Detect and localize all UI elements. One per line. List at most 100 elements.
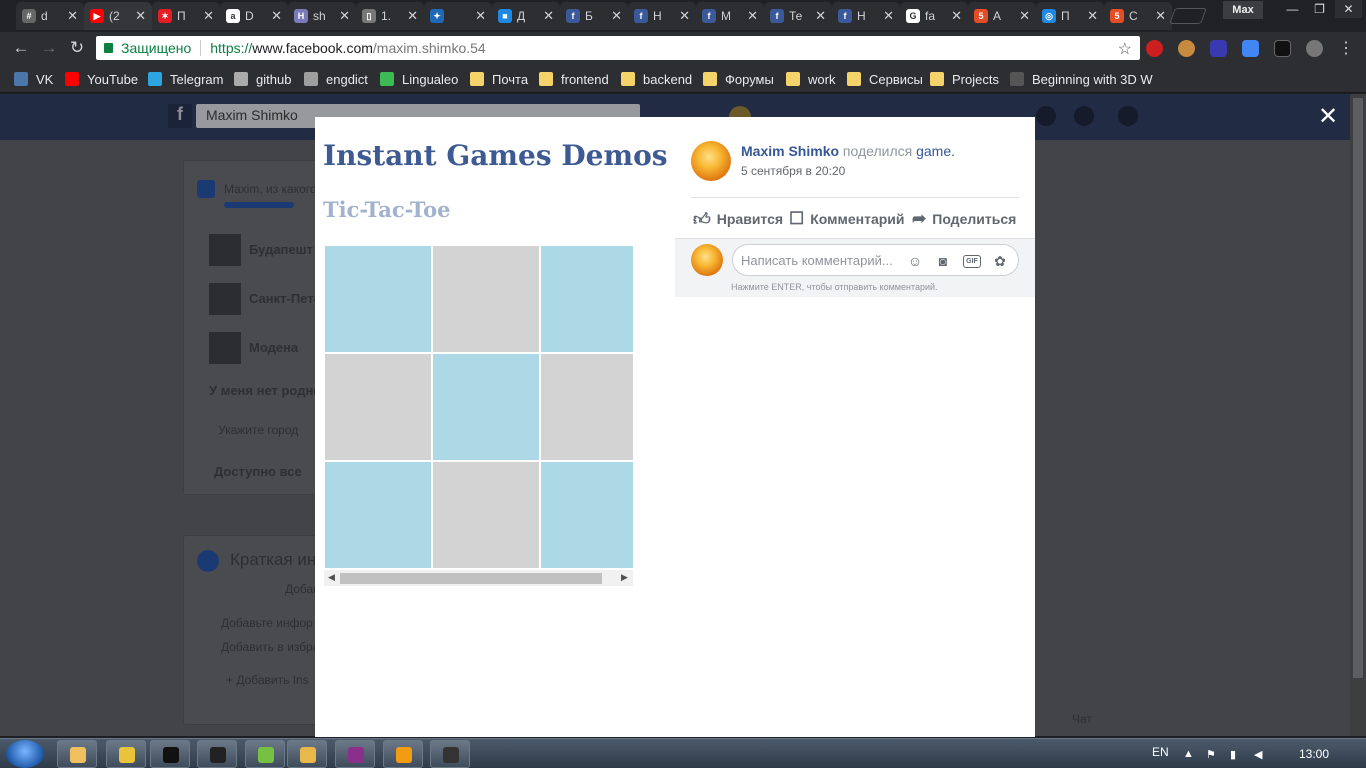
add-info-link[interactable]: Добавьте инфор — [221, 616, 313, 630]
messages-icon[interactable] — [1036, 106, 1056, 126]
forward-icon[interactable]: → — [37, 36, 61, 60]
tab-close-icon[interactable]: ✕ — [679, 8, 690, 24]
taskbar-app-sublime[interactable] — [383, 740, 423, 768]
bookmark-item[interactable]: YouTube — [65, 70, 138, 88]
board-cell[interactable] — [433, 354, 539, 460]
gif-icon[interactable]: GIF — [963, 255, 981, 268]
paw-icon[interactable] — [1306, 40, 1323, 57]
restore-icon[interactable]: ❐ — [1306, 0, 1333, 18]
board-cell[interactable] — [325, 462, 431, 568]
scroll-right-icon[interactable]: ▶ — [621, 572, 628, 583]
cookie-icon[interactable] — [1178, 40, 1195, 57]
bookmark-item[interactable]: Projects — [930, 70, 999, 88]
board-cell[interactable] — [541, 354, 633, 460]
game-frame[interactable]: Instant Games Demos Tic-Tac-Toe ◀ ▶ — [315, 117, 675, 737]
browser-tab[interactable]: a D ✕ — [220, 2, 288, 30]
tab-close-icon[interactable]: ✕ — [883, 8, 894, 24]
taskbar-app-paint[interactable] — [287, 740, 327, 768]
bookmark-item[interactable]: frontend — [539, 70, 609, 88]
tab-close-icon[interactable]: ✕ — [339, 8, 350, 24]
bookmark-item[interactable]: github — [234, 70, 291, 88]
game-horizontal-scrollbar[interactable]: ◀ ▶ — [324, 570, 633, 586]
browser-tab[interactable]: f Те ✕ — [764, 2, 832, 30]
browser-tab[interactable]: ▶ (2 ✕ — [84, 2, 152, 30]
address-bar[interactable]: Защищено https:// www.facebook.com /maxi… — [96, 36, 1140, 60]
browser-tab[interactable]: f Н ✕ — [832, 2, 900, 30]
board-cell[interactable] — [541, 246, 633, 352]
minimize-icon[interactable]: — — [1279, 0, 1306, 18]
tab-close-icon[interactable]: ✕ — [543, 8, 554, 24]
browser-tab[interactable]: f Н ✕ — [628, 2, 696, 30]
add-featured-link[interactable]: Добавить в избра — [221, 640, 319, 654]
board-cell[interactable] — [433, 462, 539, 568]
volume-icon[interactable]: ◀ — [1254, 748, 1266, 761]
notifications-icon[interactable] — [1074, 106, 1094, 126]
tab-close-icon[interactable]: ✕ — [1155, 8, 1166, 24]
tab-close-icon[interactable]: ✕ — [475, 8, 486, 24]
comment-input[interactable]: Написать комментарий... ☺ ◙ GIF ✿ — [732, 244, 1019, 276]
chat-label[interactable]: Чат — [1072, 712, 1092, 726]
profile-button[interactable]: Max — [1223, 1, 1263, 19]
taskbar-app-explorer[interactable] — [57, 740, 97, 768]
city-input[interactable]: Укажите город — [218, 423, 298, 437]
sticker-icon[interactable]: ✿ — [992, 253, 1008, 269]
bookmark-item[interactable]: backend — [621, 70, 692, 88]
city-option-1[interactable]: Будапешт — [249, 242, 313, 257]
browser-tab[interactable]: f Б ✕ — [560, 2, 628, 30]
bookmark-item[interactable]: Beginning with 3D W — [1010, 70, 1153, 88]
browser-tab[interactable]: Gfa ✕ — [900, 2, 968, 30]
browser-tab[interactable]: 5 С ✕ — [1104, 2, 1172, 30]
bookmark-item[interactable]: Почта — [470, 70, 528, 88]
browser-tab[interactable]: ✦ ✕ — [424, 2, 492, 30]
clock[interactable]: 13:00 — [1299, 747, 1329, 761]
game-scrollbar-thumb[interactable] — [340, 573, 602, 584]
taskbar-app-chrome[interactable] — [106, 740, 146, 768]
tab-close-icon[interactable]: ✕ — [747, 8, 758, 24]
scroll-left-icon[interactable]: ◀ — [328, 572, 335, 583]
bookmark-item[interactable]: Сервисы — [847, 70, 923, 88]
city-option-3[interactable]: Модена — [249, 340, 298, 355]
post-timestamp[interactable]: 5 сентября в 20:20 — [741, 164, 845, 178]
comment-button[interactable]: ☐ Комментарий — [789, 208, 905, 230]
bookmark-item[interactable]: work — [786, 70, 835, 88]
taskbar-app-other[interactable] — [430, 740, 470, 768]
tab-close-icon[interactable]: ✕ — [1087, 8, 1098, 24]
taskbar-app-cmd[interactable] — [197, 740, 237, 768]
shared-game-link[interactable]: game. — [916, 143, 955, 159]
signal-icon[interactable]: ▮ — [1230, 748, 1242, 761]
tab-close-icon[interactable]: ✕ — [271, 8, 282, 24]
tab-close-icon[interactable]: ✕ — [407, 8, 418, 24]
board-cell[interactable] — [325, 354, 431, 460]
taskbar-app-winrar[interactable] — [335, 740, 375, 768]
menu-icon[interactable]: ⋮ — [1334, 36, 1358, 60]
bookmark-star-icon[interactable]: ☆ — [1118, 39, 1132, 59]
language-indicator[interactable]: EN — [1152, 745, 1169, 759]
author-name[interactable]: Maxim Shimko — [741, 143, 839, 159]
reload-icon[interactable]: ↻ — [65, 36, 89, 60]
bookmark-item[interactable]: engdict — [304, 70, 368, 88]
close-window-icon[interactable]: ✕ — [1335, 0, 1362, 18]
browser-tab[interactable]: ✶ П ✕ — [152, 2, 220, 30]
opera-icon[interactable] — [1146, 40, 1163, 57]
help-icon[interactable] — [1118, 106, 1138, 126]
tab-close-icon[interactable]: ✕ — [611, 8, 622, 24]
translate-icon[interactable] — [1242, 40, 1259, 57]
add-instagram-button[interactable]: + Добавить Ins — [226, 673, 309, 687]
vpn-icon[interactable] — [1210, 40, 1227, 57]
new-tab-button[interactable] — [1169, 8, 1207, 24]
extension-icon[interactable] — [1274, 40, 1291, 57]
tray-arrow-icon[interactable]: ▲ — [1183, 748, 1195, 760]
board-cell[interactable] — [433, 246, 539, 352]
tab-close-icon[interactable]: ✕ — [951, 8, 962, 24]
page-scrollbar[interactable] — [1350, 94, 1366, 736]
board-cell[interactable] — [541, 462, 633, 568]
city-option-2[interactable]: Санкт-Пете — [249, 291, 321, 306]
camera-icon[interactable]: ◙ — [935, 253, 951, 269]
bookmark-item[interactable]: Telegram — [148, 70, 223, 88]
browser-tab[interactable]: ■ Д ✕ — [492, 2, 560, 30]
bookmark-item[interactable]: VK — [14, 70, 53, 88]
browser-tab[interactable]: 5 A ✕ — [968, 2, 1036, 30]
browser-tab[interactable]: ◎ П ✕ — [1036, 2, 1104, 30]
tab-close-icon[interactable]: ✕ — [203, 8, 214, 24]
browser-tab[interactable]: Hsh ✕ — [288, 2, 356, 30]
